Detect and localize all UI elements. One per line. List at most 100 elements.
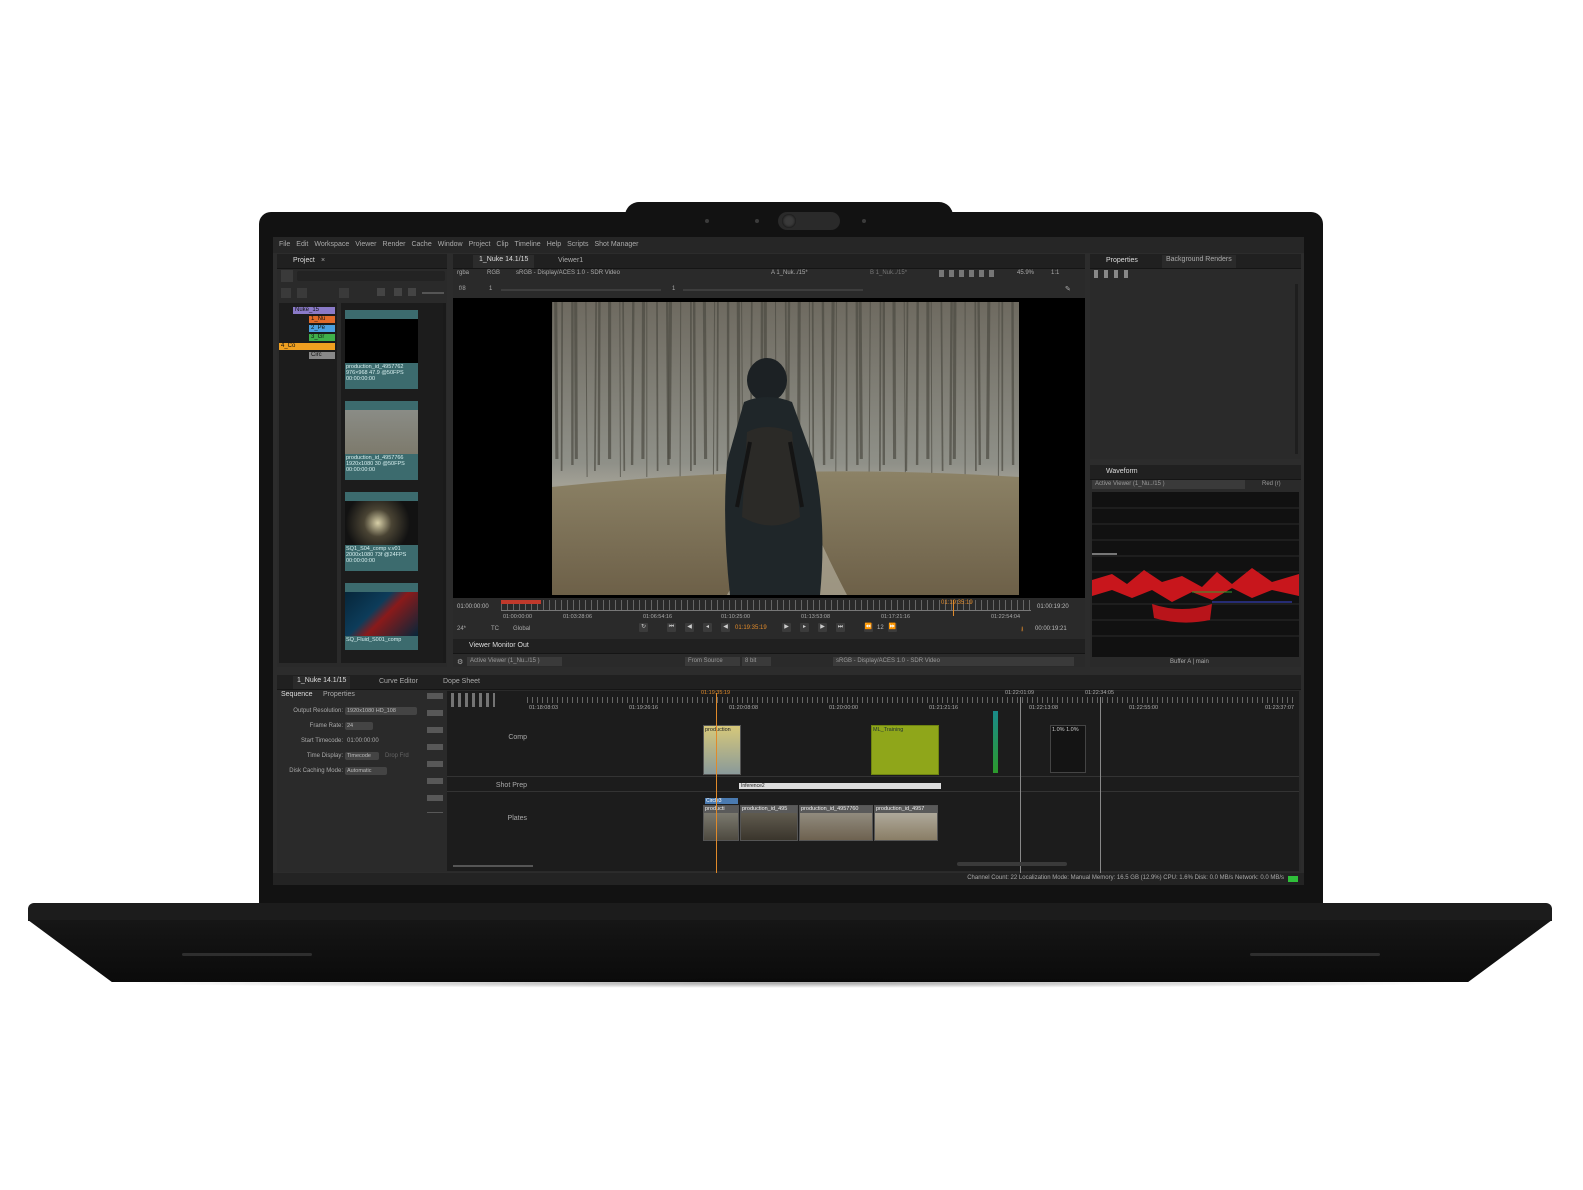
menu-timeline[interactable]: Timeline	[514, 241, 540, 248]
tab-viewer-monitor-out[interactable]: Viewer Monitor Out	[469, 642, 529, 649]
clip-thumbnail[interactable]: production_id_4957766 1920x1080 30 @50FPS…	[345, 401, 418, 480]
comp-clip-sliver[interactable]	[993, 711, 998, 773]
display-select[interactable]: sRGB - Display/ACES 1.0 - SDR Video	[516, 270, 620, 276]
tab-background-renders[interactable]: Background Renders	[1162, 255, 1236, 268]
gain-slider[interactable]	[501, 289, 661, 291]
ratio-select[interactable]: 1:1	[1051, 270, 1059, 276]
menu-window[interactable]: Window	[438, 241, 463, 248]
plate-clip[interactable]: producti	[703, 805, 739, 841]
tree-item-bin[interactable]: 3_Gr	[309, 334, 335, 341]
menu-scripts[interactable]: Scripts	[567, 241, 588, 248]
menu-workspace[interactable]: Workspace	[314, 241, 349, 248]
timeline-marker[interactable]	[1100, 697, 1101, 873]
current-timecode[interactable]: 01:19:35:19	[735, 625, 767, 631]
add-bin-icon[interactable]	[281, 288, 291, 298]
comp-clip[interactable]: production	[703, 725, 741, 775]
loop-icon[interactable]: ↻	[639, 623, 648, 632]
pencil-icon[interactable]: ✎	[1065, 285, 1071, 293]
menu-project[interactable]: Project	[469, 241, 491, 248]
thumbnail-size-slider[interactable]	[422, 292, 444, 294]
next-keyframe-icon[interactable]: ▶	[818, 623, 827, 632]
properties-tool-icons[interactable]	[1094, 270, 1134, 278]
grid-view-icon[interactable]	[394, 288, 402, 296]
tree-item-bin[interactable]: 1_Nu	[309, 316, 335, 323]
gain-field[interactable]: 1	[489, 286, 492, 292]
viewer-tool-icons[interactable]	[939, 270, 999, 277]
track-label-shot-prep[interactable]: Shot Prep	[477, 782, 527, 789]
channel-select[interactable]: rgba	[457, 270, 469, 276]
comp-clip-small[interactable]: 1.0% 1.0%	[1050, 725, 1086, 773]
tree-item-bin[interactable]: Circ	[309, 352, 335, 359]
menu-edit[interactable]: Edit	[296, 241, 308, 248]
horizontal-scrollbar[interactable]	[957, 862, 1067, 866]
step-forward-icon[interactable]: ▸	[800, 623, 809, 632]
add-clip-icon[interactable]	[339, 288, 349, 298]
monitor-source-select[interactable]: Active Viewer (1_Nu../15 )	[467, 657, 562, 666]
step-back-icon[interactable]: ◂	[703, 623, 712, 632]
menu-render[interactable]: Render	[383, 241, 406, 248]
tab-timeline[interactable]: 1_Nuke 14.1/15	[293, 676, 351, 689]
timecode-mode-select[interactable]: TC	[491, 626, 499, 632]
frame-rate-select[interactable]: 24	[345, 722, 373, 730]
fps-select[interactable]: 24*	[457, 626, 466, 632]
timeline-ruler[interactable]	[527, 697, 1297, 703]
download-icon[interactable]: ⭳	[1021, 625, 1023, 636]
waveform-source-select[interactable]: Active Viewer (1_Nu../15 )	[1092, 480, 1245, 489]
play-backward-icon[interactable]: ◀	[721, 623, 730, 632]
plate-clip[interactable]: production_id_495	[740, 805, 798, 841]
in-marker[interactable]	[501, 600, 541, 604]
tree-item-project[interactable]: Nuke_15	[293, 307, 335, 314]
clip-thumbnail[interactable]: production_id_4957762 976×968 47.9 @50FPS…	[345, 310, 418, 389]
tab-curve-editor[interactable]: Curve Editor	[379, 678, 418, 685]
thumbnail-view-icon[interactable]	[377, 288, 385, 296]
play-icon[interactable]: ▶	[782, 623, 791, 632]
output-resolution-select[interactable]: 1920x1080 HD_108	[345, 707, 417, 715]
track-label-plates[interactable]: Plates	[477, 815, 527, 822]
tab-dope-sheet[interactable]: Dope Sheet	[443, 678, 480, 685]
timeline-playhead[interactable]	[716, 693, 717, 873]
go-to-end-icon[interactable]: ⏭	[836, 623, 845, 632]
gear-icon[interactable]: ⚙	[457, 658, 463, 666]
timeline-marker[interactable]	[1020, 697, 1021, 873]
disk-caching-select[interactable]: Automatic	[345, 767, 387, 775]
tab-sequence-properties[interactable]: Properties	[323, 691, 355, 698]
colorspace-select[interactable]: RGB	[487, 270, 500, 276]
monitor-display-select[interactable]: sRGB - Display/ACES 1.0 - SDR Video	[833, 657, 1074, 666]
tree-item-bin-selected[interactable]: 4_Co	[279, 343, 335, 350]
tab-viewer-node[interactable]: 1_Nuke 14.1/15	[473, 255, 535, 268]
clip-thumbnail[interactable]: SQ1_S04_comp v.v01 2000x1080 73f @24FPS 00…	[345, 492, 418, 571]
track-label-comp[interactable]: Comp	[477, 734, 527, 741]
zoom-slider[interactable]	[453, 865, 533, 867]
track-area[interactable]	[447, 691, 1299, 871]
grid-icon[interactable]	[281, 270, 293, 282]
tab-properties[interactable]: Properties	[1106, 257, 1138, 264]
zoom-select[interactable]: 45.9%	[1017, 270, 1034, 276]
waveform-channel-select[interactable]: Red (r)	[1262, 481, 1281, 487]
list-view-icon[interactable]	[408, 288, 416, 296]
go-to-start-icon[interactable]: ⏮	[667, 623, 676, 632]
menu-clip[interactable]: Clip	[496, 241, 508, 248]
bin-icon[interactable]	[297, 288, 307, 298]
skip-back-icon[interactable]: ⏪	[864, 623, 873, 632]
tab-viewer1[interactable]: Viewer1	[558, 257, 583, 264]
plate-clip[interactable]: production_id_4957	[874, 805, 938, 841]
menu-shot-manager[interactable]: Shot Manager	[595, 241, 639, 248]
gamma-field[interactable]: 1	[672, 286, 675, 292]
tree-item-bin[interactable]: 2_Pe	[309, 325, 335, 332]
scrollbar[interactable]	[443, 303, 446, 663]
drop-frame-checkbox[interactable]: Drop Frd	[385, 753, 409, 759]
clip-thumbnail[interactable]: SQ_Fluid_S001_comp	[345, 583, 418, 650]
menu-help[interactable]: Help	[547, 241, 561, 248]
close-icon[interactable]: ×	[321, 257, 325, 264]
shot-prep-clip[interactable]: Inference2	[739, 783, 941, 789]
time-display-select[interactable]: Timecode	[345, 752, 379, 760]
monitor-from-select[interactable]: From Source	[685, 657, 740, 666]
step-increment[interactable]: 12	[877, 625, 884, 631]
track-toggle-icons[interactable]	[451, 693, 495, 707]
start-timecode-field[interactable]: 01:00:00:00	[347, 738, 379, 744]
menu-cache[interactable]: Cache	[411, 241, 431, 248]
plate-clip[interactable]: production_id_4957760	[799, 805, 873, 841]
scope-select[interactable]: Global	[513, 626, 530, 632]
menu-viewer[interactable]: Viewer	[355, 241, 376, 248]
input-a-select[interactable]: A 1_Nuk../15*	[771, 270, 808, 276]
